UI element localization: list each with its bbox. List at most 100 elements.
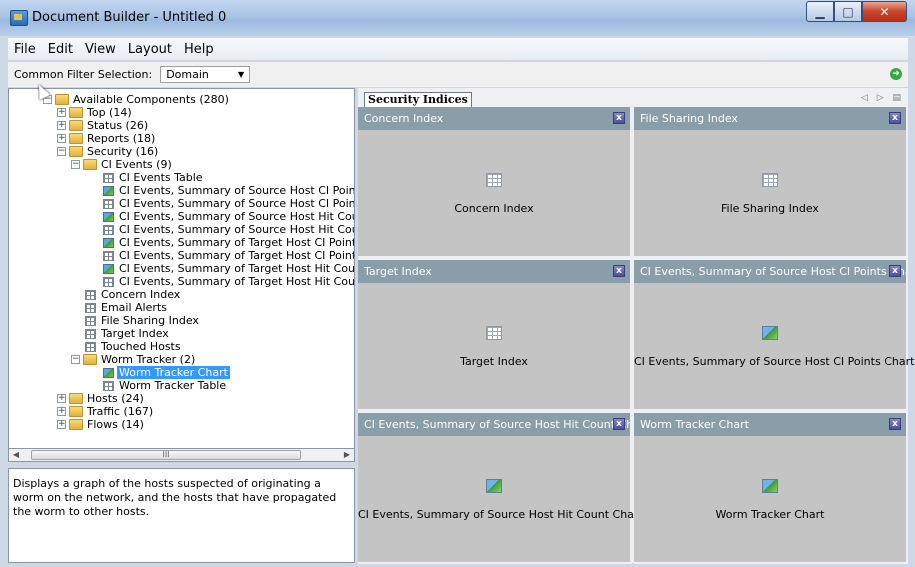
- card-header[interactable]: Worm Tracker Chart x: [634, 413, 906, 436]
- tree-node-label: CI Events Table: [119, 171, 203, 184]
- refresh-go-icon[interactable]: ➜: [890, 68, 902, 80]
- folder-icon: [69, 133, 83, 144]
- tree-node[interactable]: CI Events, Summary of Target Host Hit Co…: [9, 275, 354, 288]
- chart-icon: [103, 212, 114, 222]
- expand-icon[interactable]: +: [57, 407, 66, 416]
- folder-icon: [69, 406, 83, 417]
- tree-node[interactable]: + Traffic (167): [9, 405, 354, 418]
- expand-icon[interactable]: +: [57, 134, 66, 143]
- tree-node[interactable]: Email Alerts: [9, 301, 354, 314]
- tree-node[interactable]: CI Events Table: [9, 171, 354, 184]
- tree-node-label: Reports (18): [87, 132, 156, 145]
- panel-nav-icons[interactable]: ◁ ▷ ▤: [861, 93, 904, 103]
- tree-node-label: CI Events, Summary of Target Host Hit Co…: [119, 262, 355, 275]
- tree-node-label: Hosts (24): [87, 392, 144, 405]
- card-header[interactable]: File Sharing Index x: [634, 107, 906, 130]
- menu-view[interactable]: View: [79, 42, 122, 57]
- component-card[interactable]: Target Index x Target Index: [358, 260, 632, 411]
- collapse-icon[interactable]: −: [71, 355, 80, 364]
- card-header[interactable]: Concern Index x: [358, 107, 630, 130]
- component-card[interactable]: Concern Index x Concern Index: [358, 107, 632, 258]
- folder-icon: [69, 393, 83, 404]
- close-button[interactable]: ✕: [862, 1, 907, 22]
- tree-node[interactable]: CI Events, Summary of Source Host CI Poi…: [9, 197, 354, 210]
- tree-node[interactable]: CI Events, Summary of Target Host Hit Co…: [9, 262, 354, 275]
- menu-help[interactable]: Help: [178, 42, 220, 57]
- card-close-icon[interactable]: x: [613, 112, 625, 124]
- maximize-button[interactable]: □: [834, 1, 862, 22]
- tree-node-label: Worm Tracker Table: [119, 379, 227, 392]
- tree-node[interactable]: − Worm Tracker (2): [9, 353, 354, 366]
- tree-node[interactable]: Worm Tracker Table: [9, 379, 354, 392]
- minimize-button[interactable]: ▁: [806, 1, 834, 22]
- tree-node[interactable]: + Reports (18): [9, 132, 354, 145]
- folder-icon: [69, 419, 83, 430]
- component-card[interactable]: CI Events, Summary of Source Host CI Poi…: [634, 260, 915, 411]
- tree-node-label: Email Alerts: [101, 301, 167, 314]
- component-card[interactable]: Worm Tracker Chart x Worm Tracker Chart: [634, 413, 908, 564]
- tree-node[interactable]: CI Events, Summary of Source Host Hit Co…: [9, 210, 354, 223]
- component-card[interactable]: File Sharing Index x File Sharing Index: [634, 107, 908, 258]
- filter-bar: Common Filter Selection: Domain ▼ ➜: [8, 62, 908, 87]
- menu-layout[interactable]: Layout: [122, 42, 178, 57]
- card-header[interactable]: CI Events, Summary of Source Host Hit Co…: [358, 413, 630, 436]
- scrollbar-thumb[interactable]: III: [31, 450, 301, 460]
- chart-icon: [486, 479, 502, 493]
- expand-icon[interactable]: +: [57, 394, 66, 403]
- tree-node[interactable]: Concern Index: [9, 288, 354, 301]
- expand-icon[interactable]: +: [57, 108, 66, 117]
- filter-label: Common Filter Selection:: [14, 68, 153, 81]
- tree-node[interactable]: + Status (26): [9, 119, 354, 132]
- tree-node[interactable]: − Security (16): [9, 145, 354, 158]
- card-header[interactable]: Target Index x: [358, 260, 630, 283]
- tree-node[interactable]: − CI Events (9): [9, 158, 354, 171]
- tree-node-label: Traffic (167): [87, 405, 154, 418]
- tree-node[interactable]: CI Events, Summary of Source Host Hit Co…: [9, 223, 354, 236]
- tree-node[interactable]: CI Events, Summary of Target Host CI Poi…: [9, 249, 354, 262]
- folder-icon: [83, 354, 97, 365]
- component-card[interactable]: CI Events, Summary of Source Host Hit Co…: [358, 413, 643, 564]
- tree-node-label: Concern Index: [101, 288, 181, 301]
- scrollbar-grip: III: [162, 450, 170, 459]
- menu-edit[interactable]: Edit: [42, 42, 79, 57]
- tree-node[interactable]: + Top (14): [9, 106, 354, 119]
- chart-icon: [103, 264, 114, 274]
- tree-node[interactable]: + Flows (14): [9, 418, 354, 431]
- tree-node[interactable]: Touched Hosts: [9, 340, 354, 353]
- title-bar[interactable]: Document Builder - Untitled 0 ▁ □ ✕: [0, 0, 915, 36]
- card-close-icon[interactable]: x: [889, 112, 901, 124]
- tree-node[interactable]: Worm Tracker Chart: [9, 366, 354, 379]
- card-close-icon[interactable]: x: [613, 418, 625, 430]
- horizontal-scrollbar[interactable]: ◀ III ▶: [8, 448, 355, 462]
- card-title: Worm Tracker Chart: [640, 418, 749, 431]
- expand-icon[interactable]: +: [57, 420, 66, 429]
- card-close-icon[interactable]: x: [889, 265, 901, 277]
- filter-value: Domain: [166, 68, 209, 81]
- tree-node-label: Touched Hosts: [101, 340, 181, 353]
- tree-node[interactable]: Target Index: [9, 327, 354, 340]
- tree-node[interactable]: + Hosts (24): [9, 392, 354, 405]
- tree-node[interactable]: CI Events, Summary of Source Host CI Poi…: [9, 184, 354, 197]
- filter-dropdown[interactable]: Domain ▼: [160, 66, 251, 83]
- tree-node[interactable]: File Sharing Index: [9, 314, 354, 327]
- tree-node-label: CI Events, Summary of Source Host Hit Co…: [119, 210, 354, 223]
- card-close-icon[interactable]: x: [889, 418, 901, 430]
- card-title: Concern Index: [364, 112, 444, 125]
- tree-node[interactable]: CI Events, Summary of Target Host CI Poi…: [9, 236, 354, 249]
- scroll-left-icon[interactable]: ◀: [9, 449, 23, 461]
- card-title: File Sharing Index: [640, 112, 738, 125]
- tree-node-label: Available Components (280): [73, 93, 229, 106]
- card-label: CI Events, Summary of Source Host CI Poi…: [634, 355, 915, 368]
- tree-node-label: CI Events, Summary of Source Host CI Poi…: [119, 197, 355, 210]
- collapse-icon[interactable]: −: [57, 147, 66, 156]
- tree-node[interactable]: − Available Components (280): [9, 93, 354, 106]
- expand-icon[interactable]: +: [57, 121, 66, 130]
- scroll-right-icon[interactable]: ▶: [340, 449, 354, 461]
- folder-icon: [69, 107, 83, 118]
- card-close-icon[interactable]: x: [613, 265, 625, 277]
- folder-icon: [69, 120, 83, 131]
- collapse-icon[interactable]: −: [71, 160, 80, 169]
- table-icon: [85, 316, 96, 326]
- menu-file[interactable]: File: [8, 42, 42, 57]
- card-header[interactable]: CI Events, Summary of Source Host CI Poi…: [634, 260, 906, 283]
